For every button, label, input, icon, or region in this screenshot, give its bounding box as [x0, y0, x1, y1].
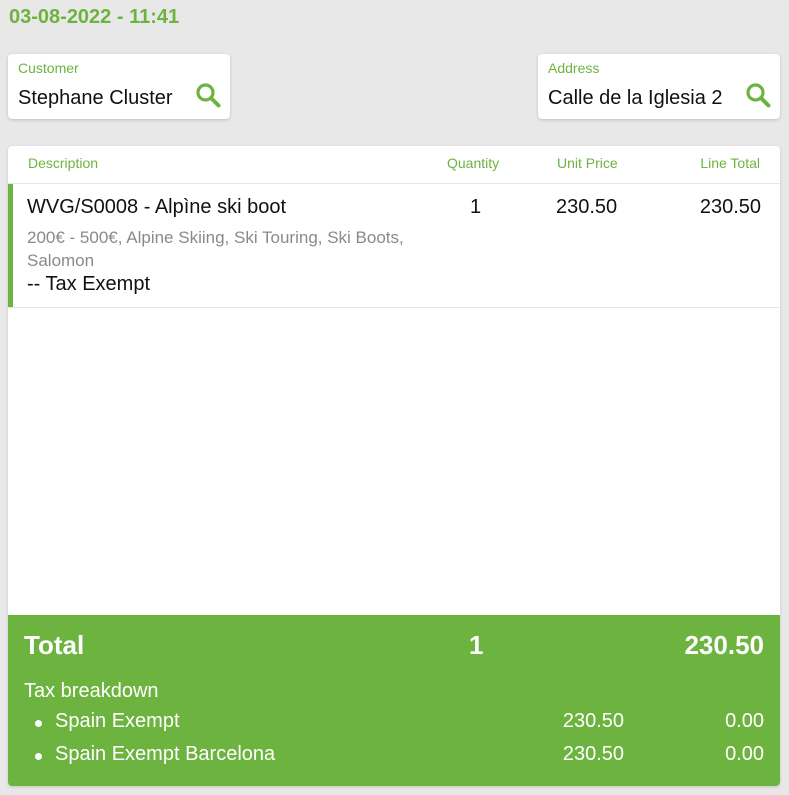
order-lines-panel: Description Quantity Unit Price Line Tot… [8, 146, 780, 786]
tax-breakdown-item: Spain Exempt Barcelona 230.50 0.00 [8, 743, 780, 771]
column-header-unit-price: Unit Price [557, 155, 618, 171]
tax-amount: 0.00 [725, 743, 764, 765]
tax-breakdown-title: Tax breakdown [24, 680, 159, 702]
tax-amount: 0.00 [725, 710, 764, 732]
bullet-icon [35, 753, 42, 760]
tax-breakdown-item: Spain Exempt 230.50 0.00 [8, 710, 780, 738]
totals-section: Total 1 230.50 Tax breakdown Spain Exemp… [8, 615, 780, 786]
address-field[interactable]: Address Calle de la Iglesia 2 [538, 54, 780, 119]
tax-base: 230.50 [562, 710, 624, 732]
line-unit-price: 230.50 [556, 196, 618, 218]
table-row[interactable]: WVG/S0008 - Alpìne ski boot 200€ - 500€,… [8, 184, 780, 308]
customer-label: Customer [18, 60, 79, 76]
line-quantity: 1 [470, 196, 482, 218]
customer-search-icon[interactable] [195, 82, 221, 108]
column-header-quantity: Quantity [447, 155, 500, 171]
bullet-icon [35, 720, 42, 727]
line-tax-note: -- Tax Exempt [27, 273, 150, 295]
tax-name: Spain Exempt Barcelona [55, 743, 276, 765]
address-value[interactable]: Calle de la Iglesia 2 [548, 87, 723, 110]
address-search-icon[interactable] [745, 82, 771, 108]
address-label: Address [548, 60, 600, 76]
total-label: Total [24, 630, 85, 660]
line-product: WVG/S0008 - Alpìne ski boot [27, 196, 287, 218]
tax-name: Spain Exempt [55, 710, 180, 732]
line-total: 230.50 [699, 196, 761, 218]
customer-value[interactable]: Stephane Cluster [18, 87, 173, 110]
total-amount: 230.50 [684, 630, 764, 660]
customer-field[interactable]: Customer Stephane Cluster [8, 54, 230, 119]
column-header-line-total: Line Total [700, 155, 760, 171]
selected-row-indicator [8, 184, 13, 307]
line-categories: 200€ - 500€, Alpine Skiing, Ski Touring,… [27, 228, 404, 270]
tax-base: 230.50 [562, 743, 624, 765]
table-header: Description Quantity Unit Price Line Tot… [8, 146, 780, 184]
ticket-datetime: 03-08-2022 - 11:41 [9, 6, 180, 28]
total-quantity: 1 [469, 630, 484, 660]
column-header-description: Description [28, 155, 99, 171]
